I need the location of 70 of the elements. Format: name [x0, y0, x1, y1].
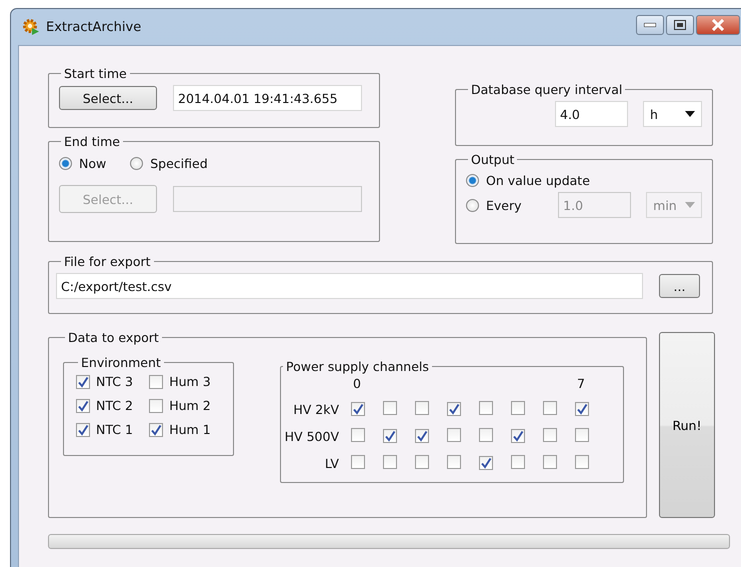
checkbox[interactable]: [415, 428, 429, 442]
checkbox-label: Hum 3: [169, 374, 211, 389]
run-button[interactable]: Run!: [659, 332, 715, 518]
maximize-button[interactable]: [666, 15, 694, 35]
window-title: ExtractArchive: [46, 20, 142, 34]
checkbox[interactable]: [149, 422, 164, 436]
checkbox[interactable]: [543, 455, 557, 469]
radio-option[interactable]: Every: [466, 198, 544, 212]
checkbox[interactable]: [383, 455, 397, 469]
channel-row-label: HV 500V: [284, 429, 340, 444]
group-title: Data to export: [67, 330, 160, 345]
group-title: End time: [63, 134, 121, 149]
group-title: Environment: [80, 355, 162, 370]
checkbox[interactable]: [351, 402, 365, 416]
checkbox[interactable]: [511, 428, 525, 442]
channel-row-label: HV 2kV: [292, 402, 340, 417]
checkbox-label: NTC 2: [96, 398, 133, 413]
minimize-button[interactable]: [636, 15, 664, 35]
checkbox[interactable]: [351, 428, 365, 442]
checkbox-label: Hum 2: [169, 398, 211, 413]
radio-option[interactable]: Specified: [130, 156, 208, 171]
checkbox[interactable]: [543, 428, 557, 442]
checkbox[interactable]: [447, 402, 461, 416]
unit-dropdown[interactable]: h: [643, 101, 702, 127]
close-button[interactable]: [696, 15, 740, 35]
start-time-field[interactable]: 2014.04.01 19:41:43.655: [173, 85, 362, 111]
checkbox[interactable]: [479, 456, 493, 470]
group-title: Power supply channels: [285, 359, 430, 374]
caret-icon: [685, 111, 695, 117]
checkbox[interactable]: [383, 428, 397, 442]
channel-number: 7: [576, 376, 586, 391]
checkbox[interactable]: [575, 428, 589, 442]
checkbox[interactable]: [76, 374, 90, 388]
channel-row-label: LV: [324, 456, 340, 471]
group-title: Database query interval: [470, 82, 624, 97]
checkbox[interactable]: [351, 455, 365, 469]
checkbox[interactable]: [149, 398, 164, 412]
checkbox[interactable]: [575, 402, 589, 416]
group-title: Output: [470, 152, 516, 167]
checkbox[interactable]: [76, 422, 90, 436]
checkbox[interactable]: [479, 428, 493, 442]
checkbox-label: NTC 1: [96, 422, 133, 437]
checkbox-label: Hum 1: [169, 422, 211, 437]
checkbox[interactable]: [479, 401, 493, 415]
channel-number: 0: [352, 376, 362, 391]
radio-option[interactable]: Now: [59, 156, 106, 171]
checkbox[interactable]: [511, 455, 525, 469]
checkbox[interactable]: [383, 401, 397, 415]
checkbox[interactable]: [575, 455, 589, 469]
checkbox[interactable]: [149, 374, 164, 388]
checkbox[interactable]: [76, 398, 90, 412]
maximize-icon: [674, 20, 686, 30]
select-button[interactable]: Select...: [59, 86, 157, 110]
browse-button[interactable]: ...: [659, 274, 700, 298]
checkbox[interactable]: [447, 455, 461, 469]
group-title: Start time: [63, 66, 128, 81]
radio-option[interactable]: On value update: [466, 173, 702, 188]
checkbox[interactable]: [415, 455, 429, 469]
checkbox[interactable]: [543, 401, 557, 415]
interval-field[interactable]: 4.0: [555, 101, 628, 127]
caret-icon: [684, 202, 695, 208]
minimize-icon: [644, 23, 656, 27]
checkbox-label: NTC 3: [96, 374, 133, 389]
gear-icon: [22, 18, 40, 36]
checkbox[interactable]: [415, 401, 429, 415]
group-title: File for export: [63, 254, 152, 269]
checkbox[interactable]: [447, 428, 461, 442]
checkbox[interactable]: [511, 401, 525, 415]
close-icon: [711, 19, 725, 31]
file-path-field[interactable]: C:/export/test.csv: [56, 273, 643, 299]
